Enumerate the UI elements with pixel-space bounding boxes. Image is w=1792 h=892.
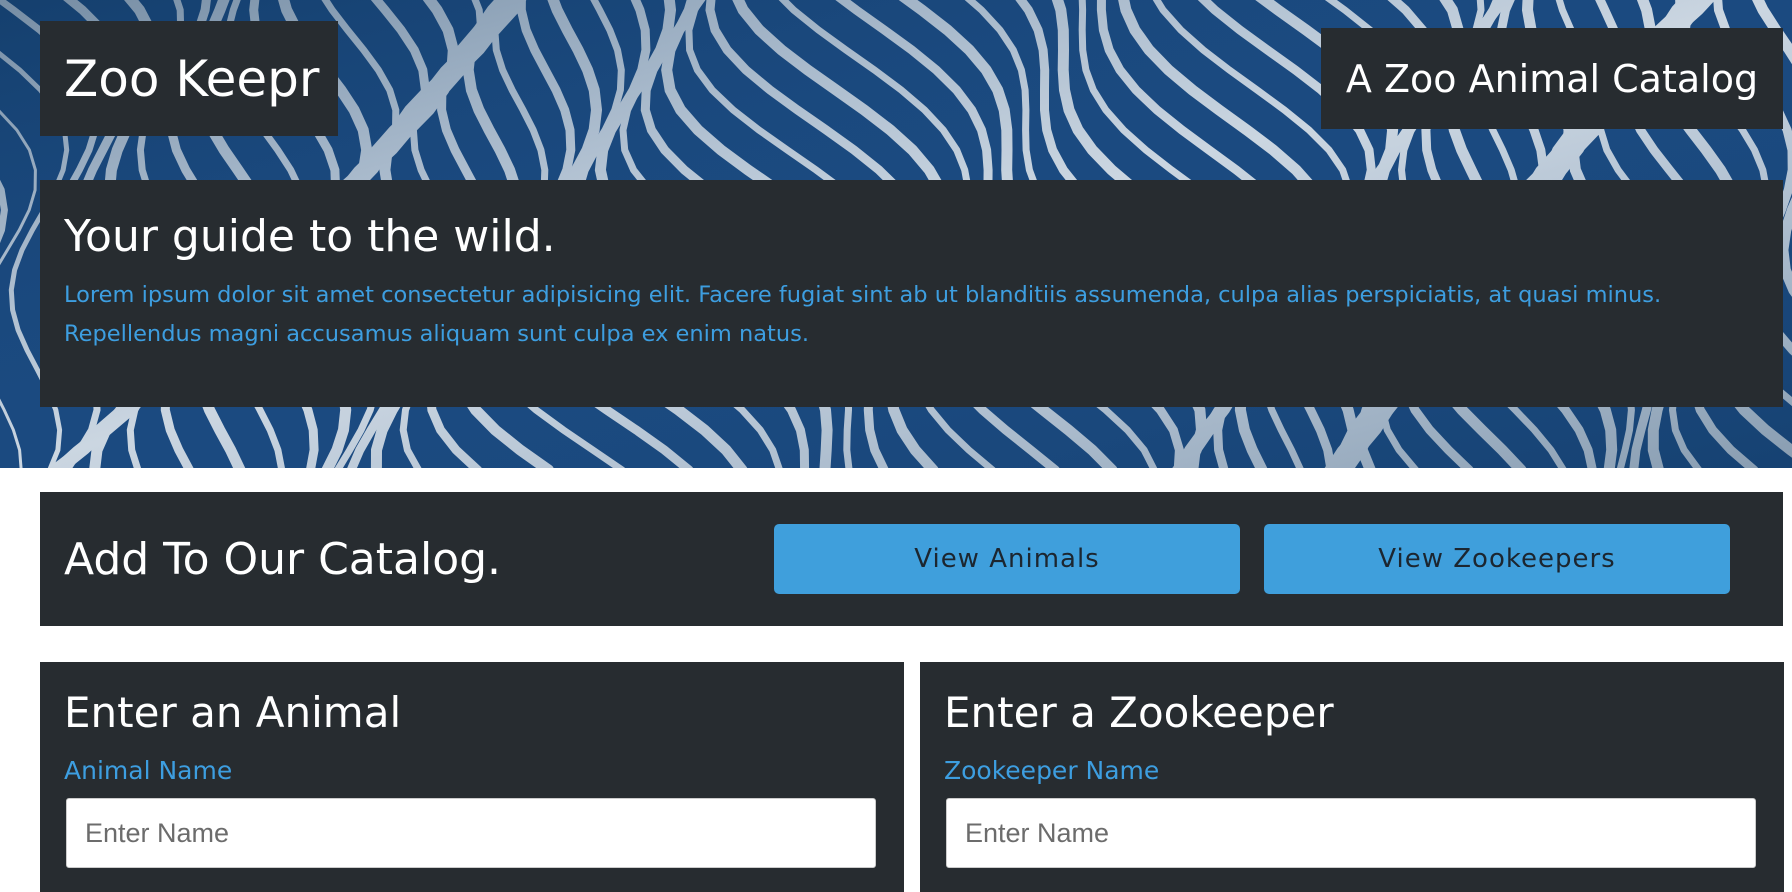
catalog-heading: Add To Our Catalog.: [64, 533, 502, 585]
catalog-bar: Add To Our Catalog. View Animals View Zo…: [40, 492, 1783, 626]
zookeeper-name-label: Zookeeper Name: [944, 756, 1160, 785]
intro-section: Your guide to the wild. Lorem ipsum dolo…: [40, 180, 1783, 407]
intro-heading: Your guide to the wild.: [64, 211, 556, 262]
animal-name-label: Animal Name: [64, 756, 233, 785]
view-animals-button[interactable]: View Animals: [774, 524, 1240, 594]
tagline-text: A Zoo Animal Catalog: [1345, 56, 1759, 101]
zookeeper-name-input[interactable]: [946, 798, 1756, 868]
animal-form-heading: Enter an Animal: [64, 688, 402, 737]
hero-banner: Zoo Keepr A Zoo Animal Catalog Your guid…: [0, 0, 1792, 468]
animal-form: Enter an Animal Animal Name: [40, 662, 904, 892]
animal-name-input[interactable]: [66, 798, 876, 868]
intro-body: Lorem ipsum dolor sit amet consectetur a…: [64, 282, 1662, 347]
zookeeper-form: Enter a Zookeeper Zookeeper Name: [920, 662, 1784, 892]
site-brand[interactable]: Zoo Keepr: [40, 21, 338, 136]
zookeeper-form-heading: Enter a Zookeeper: [944, 688, 1334, 737]
site-tagline: A Zoo Animal Catalog: [1321, 28, 1783, 129]
view-zookeepers-button[interactable]: View Zookeepers: [1264, 524, 1730, 594]
brand-title: Zoo Keepr: [64, 49, 320, 108]
